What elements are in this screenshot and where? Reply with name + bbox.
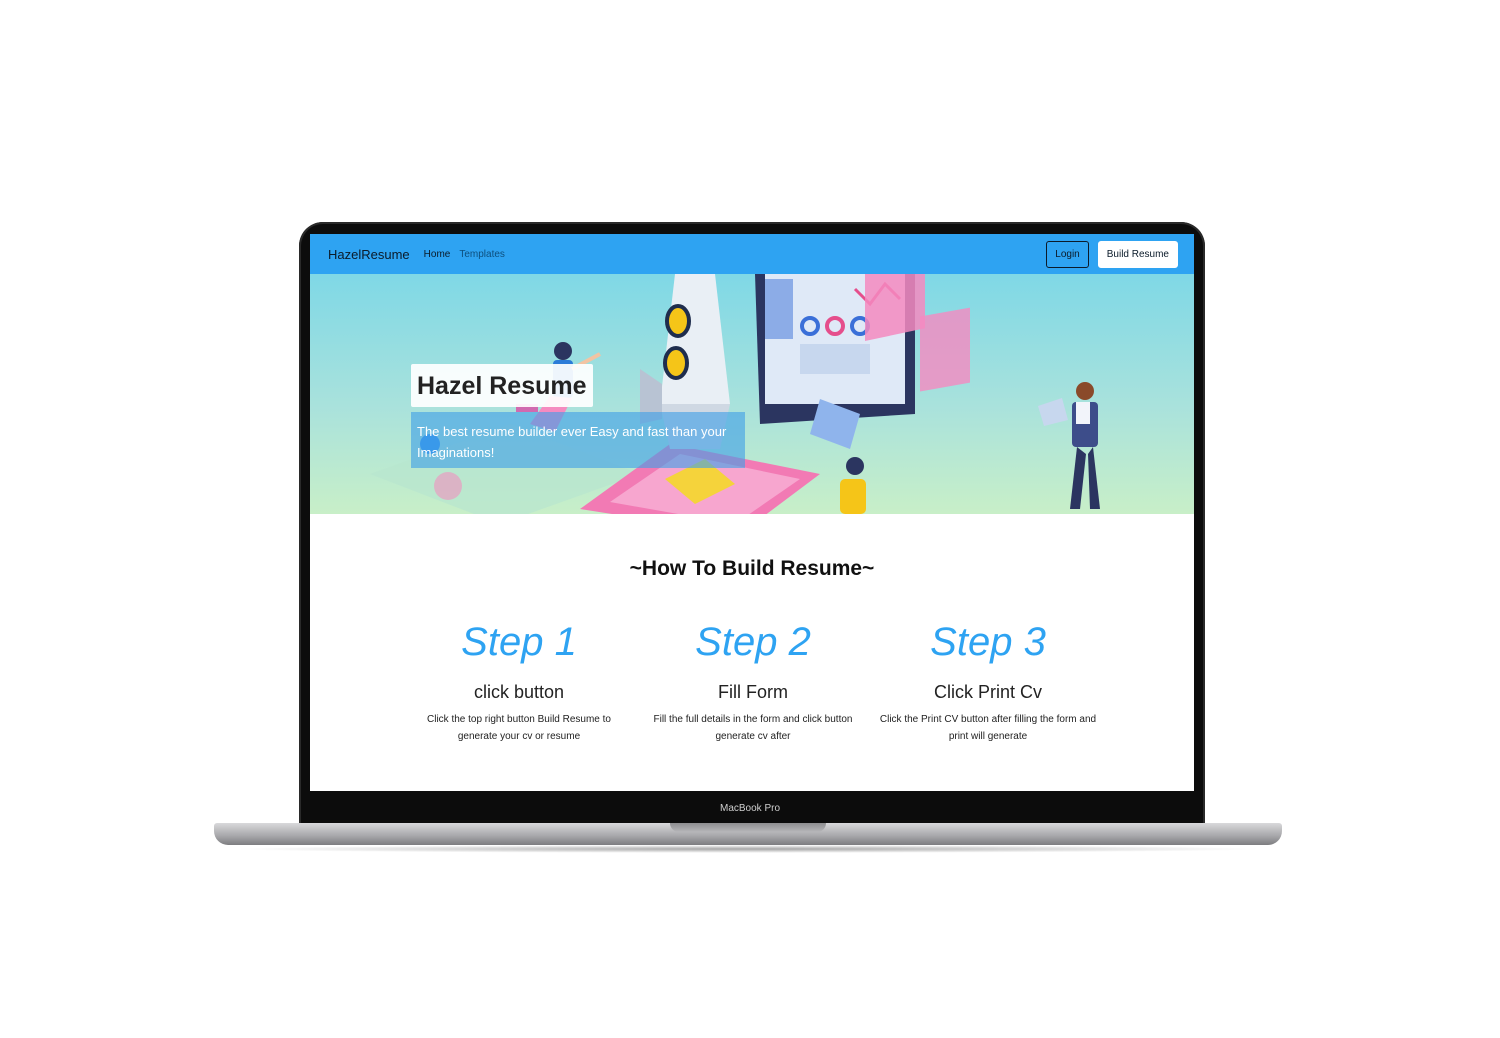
- hero-subtitle: The best resume builder ever Easy and fa…: [417, 424, 727, 460]
- step-title: click button: [473, 682, 565, 702]
- hero-banner: Hazel Resume The best resume builder eve…: [310, 274, 1194, 514]
- step-title: Click Print Cv: [933, 682, 1042, 702]
- step-card-3: Step 3 Click Print Cv Click the Print CV…: [878, 620, 1098, 745]
- nav-link-templates[interactable]: Templates: [459, 249, 505, 260]
- step-number: Step 3: [930, 620, 1046, 664]
- step-description: Click the Print CV button after filling …: [879, 714, 1097, 742]
- build-resume-button[interactable]: Build Resume: [1097, 240, 1178, 268]
- step-card-2: Step 2 Fill Form Fill the full details i…: [643, 620, 863, 745]
- step-description: Fill the full details in the form and cl…: [653, 714, 853, 742]
- laptop-notch: [670, 823, 826, 832]
- brand-logo[interactable]: HazelResume: [328, 247, 410, 262]
- screen: HazelResume Home Templates Login Build R…: [310, 234, 1194, 791]
- hero-subtitle-box: The best resume builder ever Easy and fa…: [411, 412, 745, 468]
- step-card-1: Step 1 click button Click the top right …: [409, 620, 629, 745]
- device-label: MacBook Pro: [719, 803, 781, 814]
- step-title: Fill Form: [718, 682, 788, 702]
- hero-title-box: Hazel Resume: [411, 364, 593, 407]
- step-number: Step 2: [695, 620, 811, 664]
- step-number: Step 1: [461, 620, 577, 664]
- navbar: HazelResume Home Templates Login Build R…: [310, 234, 1194, 274]
- nav-link-home[interactable]: Home: [424, 249, 451, 260]
- step-description: Click the top right button Build Resume …: [427, 714, 611, 742]
- laptop-shadow: [230, 845, 1266, 853]
- login-button[interactable]: Login: [1046, 240, 1089, 268]
- how-to-title: ~How To Build Resume~: [629, 557, 875, 580]
- hero-title: Hazel Resume: [417, 372, 587, 400]
